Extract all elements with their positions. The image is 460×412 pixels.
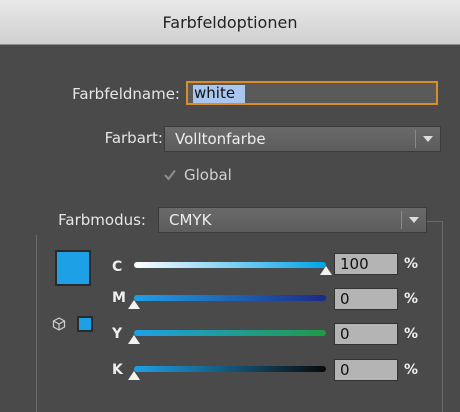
- cyan-value-field[interactable]: [334, 253, 403, 275]
- magenta-slider-handle[interactable]: [128, 300, 140, 309]
- dialog-title: Farbfeldoptionen: [162, 13, 298, 32]
- color-mode-group: [36, 221, 443, 412]
- cyan-slider-handle[interactable]: [320, 266, 332, 275]
- magenta-value-input[interactable]: [335, 290, 403, 308]
- color-mode-value: CMYK: [169, 211, 212, 229]
- cyan-value-input[interactable]: [335, 255, 403, 273]
- dropdown-separator: [415, 130, 416, 148]
- yellow-value-input[interactable]: [335, 325, 403, 343]
- chevron-down-icon: [409, 217, 419, 223]
- global-checkbox[interactable]: [163, 168, 177, 182]
- yellow-letter: Y: [112, 326, 123, 342]
- yellow-slider-handle[interactable]: [128, 335, 140, 344]
- checkmark-icon: [164, 169, 176, 181]
- black-value-input[interactable]: [335, 361, 403, 379]
- color-type-dropdown[interactable]: Volltonfarbe: [164, 126, 441, 152]
- chevron-down-icon: [423, 136, 433, 142]
- black-unit: %: [404, 362, 419, 378]
- yellow-unit: %: [404, 326, 419, 342]
- title-bar: Farbfeldoptionen: [0, 0, 460, 45]
- yellow-slider-track[interactable]: [134, 330, 326, 336]
- swatch-name-label: Farbfeldname:: [72, 85, 180, 103]
- magenta-value-field[interactable]: [334, 288, 403, 310]
- cyan-slider-track[interactable]: [134, 262, 326, 268]
- cyan-letter: C: [112, 259, 123, 275]
- color-mode-label: Farbmodus:: [58, 211, 146, 229]
- black-letter: K: [112, 362, 123, 378]
- cyan-unit: %: [404, 256, 419, 272]
- magenta-letter: M: [112, 290, 126, 306]
- swatch-name-input[interactable]: [192, 84, 432, 102]
- cube-icon: [52, 317, 66, 331]
- black-slider-handle[interactable]: [128, 371, 140, 380]
- color-type-label: Farbart:: [104, 129, 163, 147]
- color-mode-dropdown[interactable]: CMYK: [158, 207, 427, 233]
- color-type-value: Volltonfarbe: [175, 130, 266, 148]
- swatch-name-field[interactable]: [186, 81, 438, 105]
- gamut-swatch[interactable]: [77, 316, 93, 332]
- magenta-unit: %: [404, 291, 419, 307]
- black-slider-track[interactable]: [134, 366, 326, 372]
- yellow-value-field[interactable]: [334, 323, 403, 345]
- magenta-slider-track[interactable]: [134, 295, 326, 301]
- color-preview-swatch: [55, 250, 91, 286]
- dropdown-separator: [401, 211, 402, 229]
- global-label: Global: [184, 166, 232, 184]
- black-value-field[interactable]: [334, 359, 403, 381]
